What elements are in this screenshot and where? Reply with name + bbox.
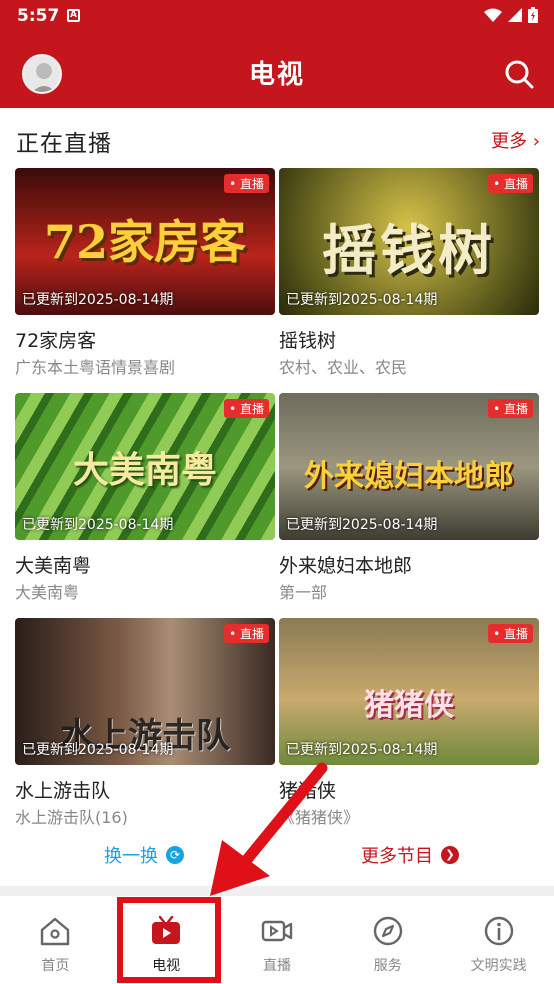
program-subtitle: 大美南粤	[15, 583, 80, 602]
program-title[interactable]: 水上游击队	[15, 776, 110, 803]
thumbnail-logo-text: 大美南粤	[72, 449, 217, 491]
signal-icon	[508, 8, 522, 22]
highlight-box	[117, 897, 221, 983]
program-card[interactable]: 大美南粤 • 直播 已更新到2025-08-14期 大美南粤 大美南粤	[15, 393, 275, 611]
program-thumbnail[interactable]: 72家房客 • 直播 已更新到2025-08-14期	[15, 168, 275, 315]
thumbnail-logo-text: 猪猪侠	[364, 688, 454, 723]
program-thumbnail[interactable]: 外来媳妇本地郎 • 直播 已更新到2025-08-14期	[279, 393, 539, 540]
more-link[interactable]: 更多 ›	[491, 127, 540, 153]
app-header: 5:57 A 电视	[0, 0, 554, 108]
program-thumbnail[interactable]: 水上游击队 • 直播 已更新到2025-08-14期	[15, 618, 275, 765]
program-title[interactable]: 摇钱树	[279, 326, 336, 353]
home-icon	[41, 917, 70, 946]
compass-icon	[373, 916, 402, 946]
bottom-nav: 首页 电视 直播 服务 文明实践	[0, 896, 554, 984]
notification-icon: A	[67, 9, 80, 22]
status-bar: 5:57 A	[0, 0, 554, 32]
updated-label: 已更新到2025-08-14期	[22, 742, 174, 758]
program-thumbnail[interactable]: 摇钱树 • 直播 已更新到2025-08-14期	[279, 168, 539, 315]
nav-label: 服务	[373, 958, 402, 974]
nav-label: 首页	[41, 958, 70, 974]
swap-label: 换一换	[104, 846, 158, 867]
thumbnail-logo-text: 72家房客	[43, 215, 246, 269]
program-title[interactable]: 72家房客	[15, 326, 96, 353]
refresh-icon: ⟳	[166, 846, 184, 864]
updated-label: 已更新到2025-08-14期	[22, 517, 174, 533]
battery-icon	[528, 7, 538, 23]
live-badge: • 直播	[224, 174, 269, 193]
live-badge: • 直播	[224, 624, 269, 643]
annotation-arrow-icon	[210, 762, 328, 896]
program-title[interactable]: 大美南粤	[15, 551, 91, 578]
live-badge: • 直播	[488, 174, 533, 193]
program-subtitle: 水上游击队(16)	[15, 808, 128, 827]
more-programs-label: 更多节目	[361, 846, 433, 867]
updated-label: 已更新到2025-08-14期	[286, 742, 438, 758]
updated-label: 已更新到2025-08-14期	[286, 292, 438, 308]
live-badge: • 直播	[224, 399, 269, 418]
program-title[interactable]: 外来媳妇本地郎	[279, 551, 412, 578]
updated-label: 已更新到2025-08-14期	[286, 517, 438, 533]
program-card[interactable]: 摇钱树 • 直播 已更新到2025-08-14期 摇钱树 农村、农业、农民	[279, 168, 539, 386]
updated-label: 已更新到2025-08-14期	[22, 292, 174, 308]
program-subtitle: 农村、农业、农民	[279, 358, 408, 377]
live-badge: • 直播	[488, 399, 533, 418]
status-time: 5:57	[17, 6, 60, 26]
live-badge: • 直播	[488, 624, 533, 643]
info-icon	[484, 916, 513, 946]
nav-item-live[interactable]: 直播	[222, 896, 333, 984]
program-subtitle: 第一部	[279, 583, 328, 602]
page-title: 电视	[248, 60, 305, 90]
search-icon[interactable]	[502, 57, 536, 91]
swap-button[interactable]: 换一换 ⟳	[104, 842, 184, 868]
program-card[interactable]: 外来媳妇本地郎 • 直播 已更新到2025-08-14期 外来媳妇本地郎 第一部	[279, 393, 539, 611]
nav-item-service[interactable]: 服务	[332, 896, 443, 984]
nav-item-home[interactable]: 首页	[0, 896, 111, 984]
thumbnail-logo-text: 外来媳妇本地郎	[304, 459, 514, 494]
nav-label: 文明实践	[470, 958, 527, 974]
program-subtitle: 广东本土粤语情景喜剧	[15, 358, 176, 377]
nav-label: 直播	[262, 958, 291, 974]
program-thumbnail[interactable]: 大美南粤 • 直播 已更新到2025-08-14期	[15, 393, 275, 540]
system-icons	[484, 7, 538, 23]
nav-item-civilization[interactable]: 文明实践	[443, 896, 554, 984]
program-card[interactable]: 72家房客 • 直播 已更新到2025-08-14期 72家房客 广东本土粤语情…	[15, 168, 275, 386]
chevron-right-icon: ❯	[441, 846, 459, 864]
wifi-icon	[484, 8, 502, 22]
video-camera-icon	[261, 920, 293, 942]
live-section-header: 正在直播 更多 ›	[0, 108, 554, 168]
more-programs-button[interactable]: 更多节目 ❯	[361, 842, 459, 868]
program-thumbnail[interactable]: 猪猪侠 • 直播 已更新到2025-08-14期	[279, 618, 539, 765]
section-title: 正在直播	[16, 131, 112, 157]
thumbnail-logo-text: 摇钱树	[322, 218, 496, 282]
